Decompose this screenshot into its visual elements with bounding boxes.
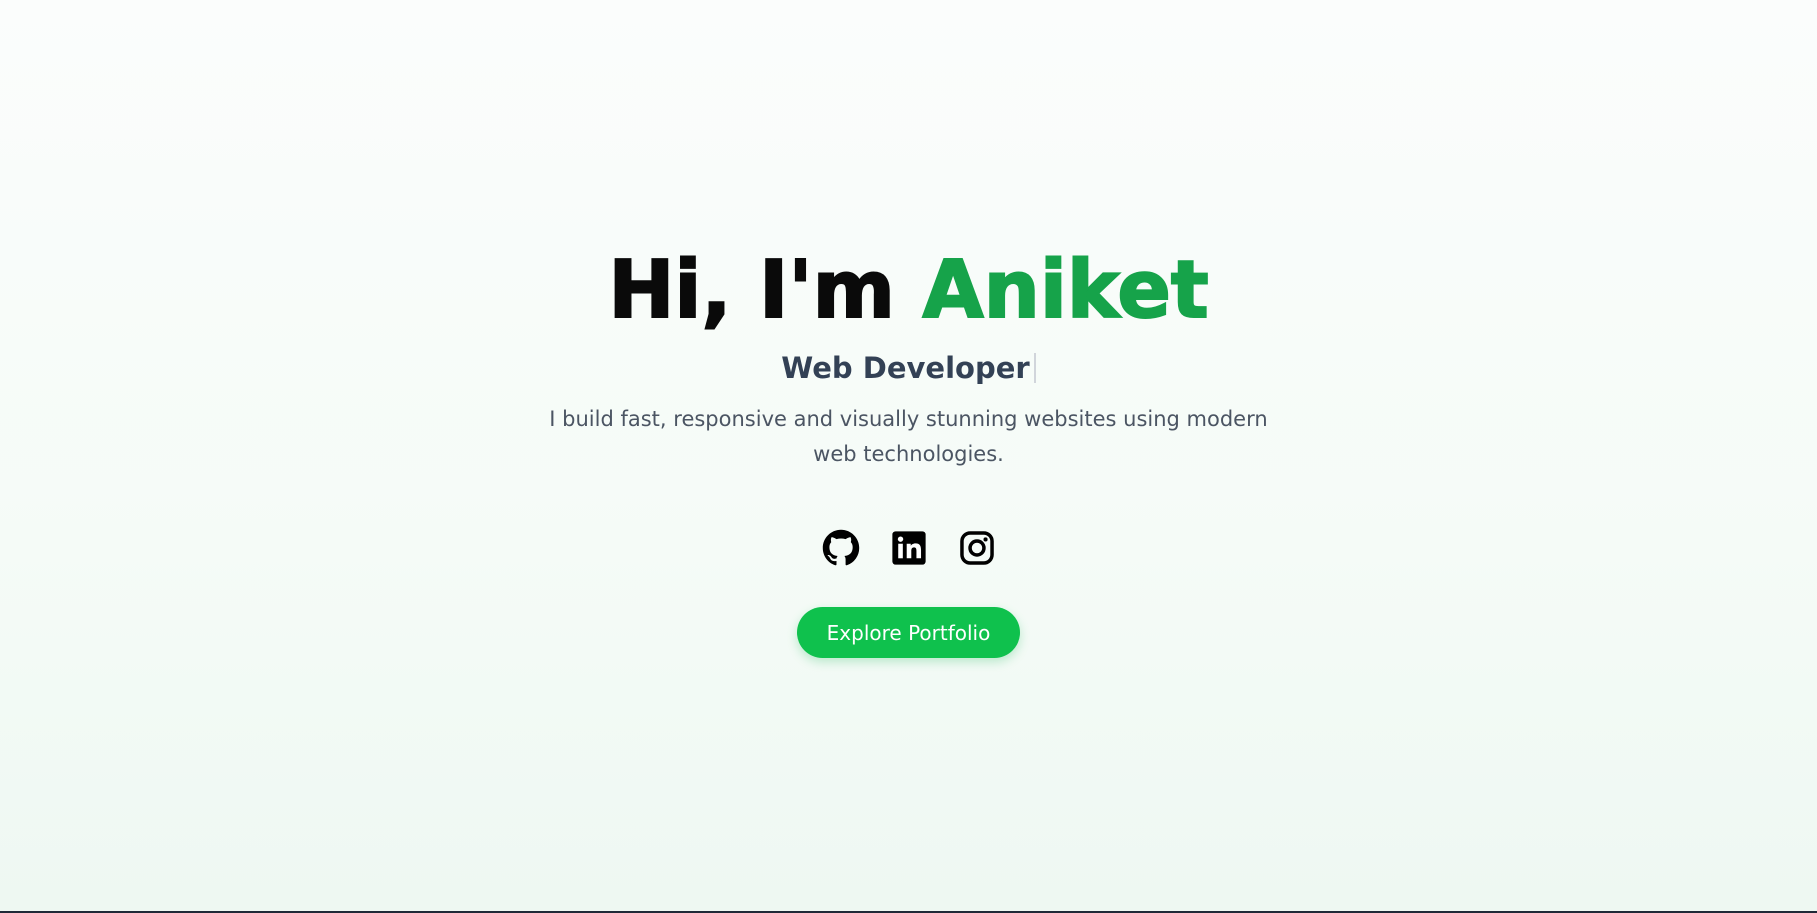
hero-section: Hi, I'm Aniket Web Developer I build fas… <box>0 0 1817 911</box>
hero-tagline: I build fast, responsive and visually st… <box>549 407 1268 466</box>
role-subtitle: Web Developer <box>781 348 1036 388</box>
social-links <box>822 529 996 567</box>
github-link[interactable] <box>822 529 860 567</box>
linkedin-link[interactable] <box>890 529 928 567</box>
hero-headline: Hi, I'm Aniket <box>607 243 1209 337</box>
instagram-icon <box>959 531 994 565</box>
linkedin-icon <box>891 531 926 565</box>
instagram-link[interactable] <box>958 529 996 567</box>
hero-name: Aniket <box>921 243 1209 337</box>
typing-cursor <box>1033 353 1036 383</box>
role-text: Web Developer <box>781 351 1030 385</box>
github-icon <box>822 529 859 566</box>
explore-portfolio-button[interactable]: Explore Portfolio <box>796 607 1021 658</box>
greeting-text: Hi, I'm <box>607 243 896 337</box>
